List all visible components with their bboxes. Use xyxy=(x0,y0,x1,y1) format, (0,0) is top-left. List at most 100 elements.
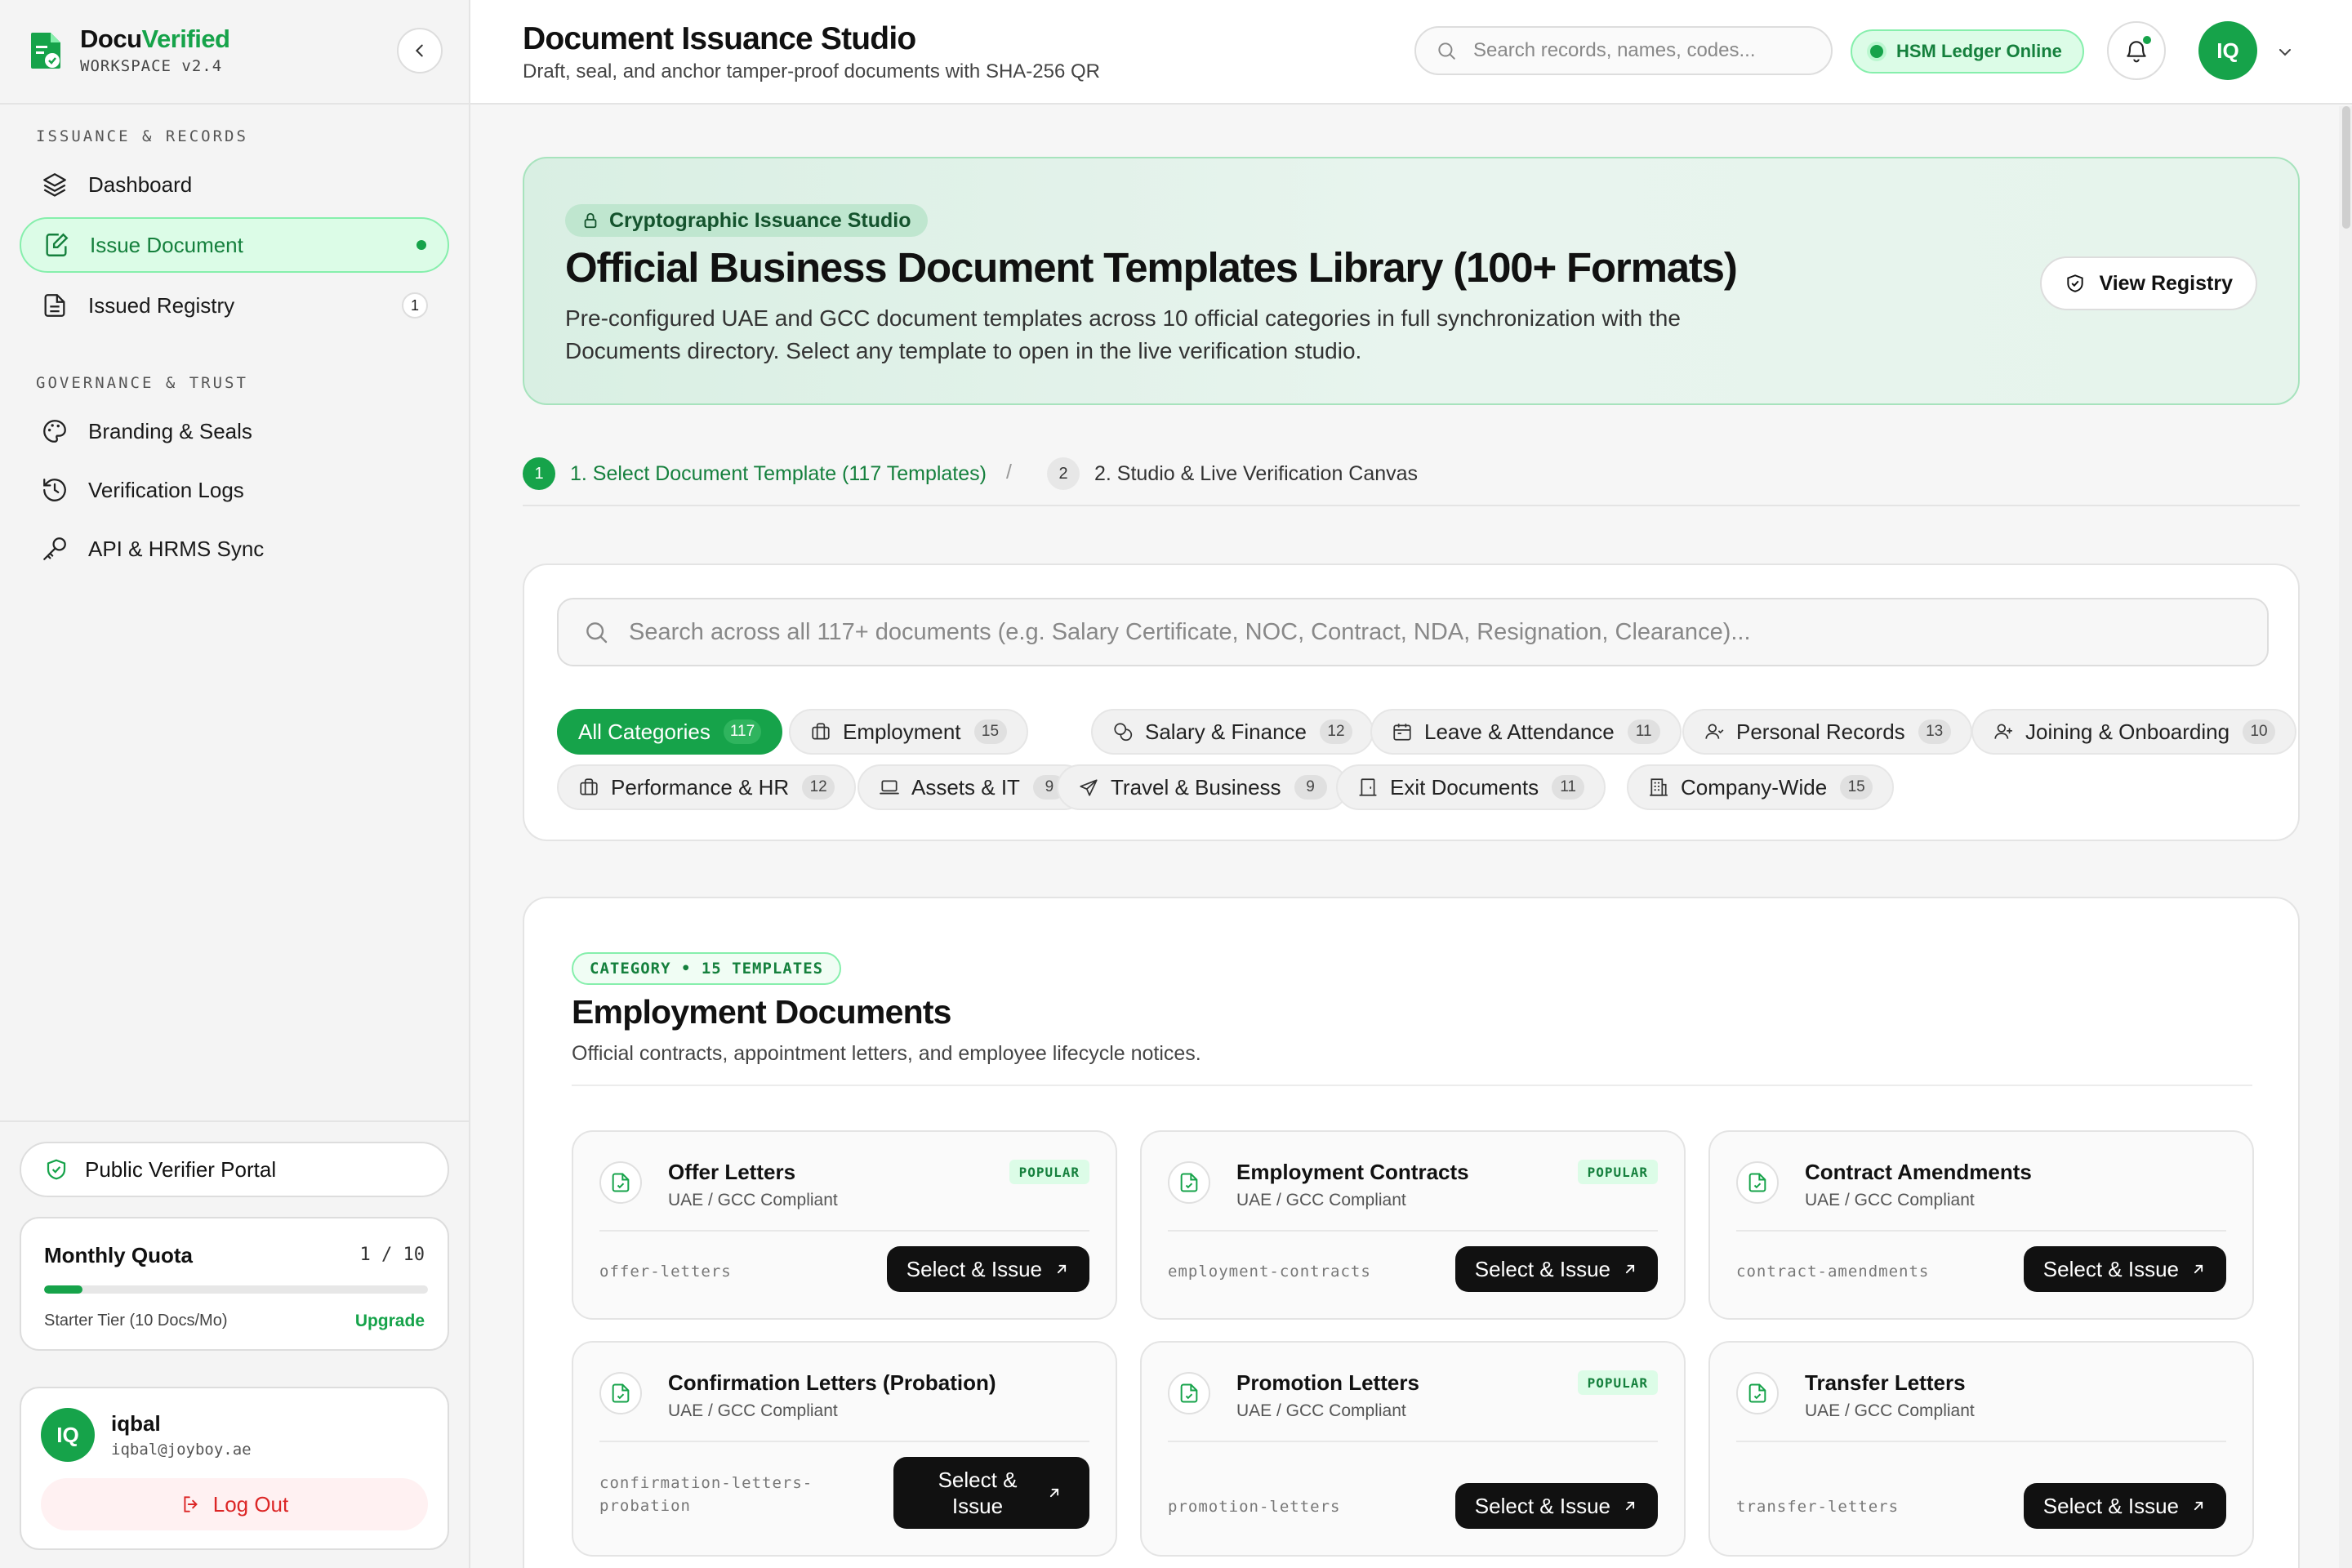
popular-badge: POPULAR xyxy=(1577,1160,1658,1184)
category-divider xyxy=(572,1085,2252,1086)
select-issue-label: Select & Issue xyxy=(906,1256,1042,1281)
sidebar-item-label: Dashboard xyxy=(88,172,193,197)
card-title: Confirmation Letters (Probation) xyxy=(668,1370,996,1395)
select-issue-button[interactable]: Select & Issue xyxy=(1454,1483,1658,1529)
palette-icon xyxy=(43,420,66,443)
select-issue-button[interactable]: Select & Issue xyxy=(886,1246,1089,1292)
sidebar-item-dashboard[interactable]: Dashboard xyxy=(20,157,449,212)
card-slug: employment-contracts xyxy=(1168,1263,1371,1281)
sidebar-item-branding-seals[interactable]: Branding & Seals xyxy=(20,403,449,459)
card-subtitle: UAE / GCC Compliant xyxy=(1805,1401,1975,1420)
hero-pill: Cryptographic Issuance Studio xyxy=(565,204,928,237)
category-title: Employment Documents xyxy=(572,993,952,1031)
select-issue-label: Select & Issue xyxy=(2042,1493,2179,1518)
step-select-template[interactable]: 1 1. Select Document Template (117 Templ… xyxy=(523,457,987,490)
card-title: Employment Contracts xyxy=(1236,1160,1469,1184)
sidebar-item-verification-logs[interactable]: Verification Logs xyxy=(20,462,449,518)
template-card-employment-contracts[interactable]: Employment Contracts UAE / GCC Compliant… xyxy=(1140,1130,1686,1320)
quota-title: Monthly Quota xyxy=(44,1243,193,1267)
chip-joining-onboarding[interactable]: Joining & Onboarding 10 xyxy=(1971,709,2297,755)
chip-label: Employment xyxy=(843,719,961,744)
step-label: 2. Studio & Live Verification Canvas xyxy=(1094,461,1419,485)
template-card-contract-amendments[interactable]: Contract Amendments UAE / GCC Compliant … xyxy=(1708,1130,2254,1320)
sidebar-item-label: Issue Document xyxy=(90,232,243,257)
sidebar-item-issue-document[interactable]: Issue Document xyxy=(20,217,449,273)
template-card-promotion-letters[interactable]: Promotion Letters UAE / GCC Compliant PO… xyxy=(1140,1341,1686,1557)
chip-count: 15 xyxy=(973,719,1007,744)
document-icon xyxy=(1736,1372,1779,1414)
document-icon xyxy=(599,1372,642,1414)
select-issue-button[interactable]: Select & Issue xyxy=(1454,1246,1658,1292)
card-subtitle: UAE / GCC Compliant xyxy=(1236,1401,1406,1420)
chip-travel-business[interactable]: Travel & Business 9 xyxy=(1057,764,1348,810)
arrow-up-right-icon xyxy=(1057,1264,1067,1274)
sidebar-item-api-hrms-sync[interactable]: API & HRMS Sync xyxy=(20,521,449,577)
chip-all-categories[interactable]: All Categories 117 xyxy=(557,709,783,755)
shield-check-icon xyxy=(2067,274,2084,292)
building-icon xyxy=(1650,778,1668,796)
chip-count: 15 xyxy=(1840,775,1873,800)
template-card-transfer-letters[interactable]: Transfer Letters UAE / GCC Compliant tra… xyxy=(1708,1341,2254,1557)
view-registry-button[interactable]: View Registry xyxy=(2040,256,2257,310)
shield-check-icon xyxy=(47,1159,66,1180)
select-issue-button[interactable]: Select & Issue xyxy=(893,1457,1089,1529)
coins-icon xyxy=(1114,723,1133,742)
brand-header: DocuVerified WORKSPACE v2.4 xyxy=(0,0,469,105)
hero-title: Official Business Document Templates Lib… xyxy=(565,244,1738,291)
nav-section-governance: GOVERNANCE & TRUST xyxy=(36,374,248,392)
global-search-input[interactable]: Search records, names, codes... xyxy=(1414,26,1833,75)
template-card-offer-letters[interactable]: Offer Letters UAE / GCC Compliant POPULA… xyxy=(572,1130,1117,1320)
select-issue-label: Select & Issue xyxy=(938,1468,1018,1518)
logout-button[interactable]: Log Out xyxy=(41,1478,428,1530)
chip-exit-documents[interactable]: Exit Documents 11 xyxy=(1336,764,1606,810)
template-card-confirmation-letters[interactable]: Confirmation Letters (Probation) UAE / G… xyxy=(572,1341,1117,1557)
step-separator: / xyxy=(1006,461,1012,483)
chip-count: 11 xyxy=(1627,719,1660,744)
popular-badge: POPULAR xyxy=(1577,1370,1658,1395)
card-slug: promotion-letters xyxy=(1168,1498,1341,1516)
arrow-up-right-icon xyxy=(1625,1264,1635,1274)
upgrade-link[interactable]: Upgrade xyxy=(355,1312,425,1331)
select-issue-label: Select & Issue xyxy=(1474,1493,1610,1518)
search-placeholder: Search records, names, codes... xyxy=(1473,39,1756,61)
chip-count: 13 xyxy=(1918,719,1951,744)
vertical-scrollbar[interactable] xyxy=(2339,106,2352,1568)
chevron-down-icon[interactable] xyxy=(2275,42,2295,62)
nav-section-issuance: ISSUANCE & RECORDS xyxy=(36,127,248,145)
user-name: iqbal xyxy=(111,1411,161,1436)
quota-progress-fill xyxy=(44,1285,82,1294)
select-issue-button[interactable]: Select & Issue xyxy=(2023,1246,2226,1292)
card-title: Contract Amendments xyxy=(1805,1160,2032,1184)
scrollbar-thumb[interactable] xyxy=(2342,106,2350,229)
chip-count: 117 xyxy=(723,719,762,744)
hero-description: Pre-configured UAE and GCC document temp… xyxy=(565,305,1681,363)
notifications-button[interactable] xyxy=(2107,21,2166,80)
sidebar-item-issued-registry[interactable]: Issued Registry 1 xyxy=(20,278,449,333)
chip-performance-hr[interactable]: Performance & HR 12 xyxy=(557,764,857,810)
chip-personal-records[interactable]: Personal Records 13 xyxy=(1682,709,1972,755)
card-slug: transfer-letters xyxy=(1736,1498,1900,1516)
card-divider xyxy=(1168,1441,1658,1442)
chip-company-wide[interactable]: Company-Wide 15 xyxy=(1627,764,1895,810)
step-studio-canvas[interactable]: 2 2. Studio & Live Verification Canvas xyxy=(1047,457,1418,490)
template-search-input[interactable]: Search across all 117+ documents (e.g. S… xyxy=(557,598,2269,666)
user-icon xyxy=(1705,724,1724,739)
select-issue-button[interactable]: Select & Issue xyxy=(2023,1483,2226,1529)
collapse-sidebar-button[interactable] xyxy=(397,28,443,74)
header-avatar[interactable]: IQ xyxy=(2198,21,2257,80)
chip-leave-attendance[interactable]: Leave & Attendance 11 xyxy=(1370,709,1682,755)
public-verifier-portal-button[interactable]: Public Verifier Portal xyxy=(20,1142,449,1197)
chip-label: Performance & HR xyxy=(611,774,790,800)
card-subtitle: UAE / GCC Compliant xyxy=(1236,1191,1406,1209)
chip-label: Joining & Onboarding xyxy=(2025,719,2230,744)
layers-icon xyxy=(43,173,66,197)
user-plus-icon xyxy=(1994,724,2012,739)
chip-salary-finance[interactable]: Salary & Finance 12 xyxy=(1091,709,1374,755)
chip-employment[interactable]: Employment 15 xyxy=(789,709,1028,755)
briefcase-icon xyxy=(812,723,830,740)
chip-assets-it[interactable]: Assets & IT 9 xyxy=(858,764,1087,810)
quota-tier: Starter Tier (10 Docs/Mo) xyxy=(44,1312,228,1330)
monthly-quota-card: Monthly Quota 1 / 10 Starter Tier (10 Do… xyxy=(20,1217,449,1351)
hero-pill-label: Cryptographic Issuance Studio xyxy=(609,208,911,232)
card-divider xyxy=(599,1230,1089,1232)
